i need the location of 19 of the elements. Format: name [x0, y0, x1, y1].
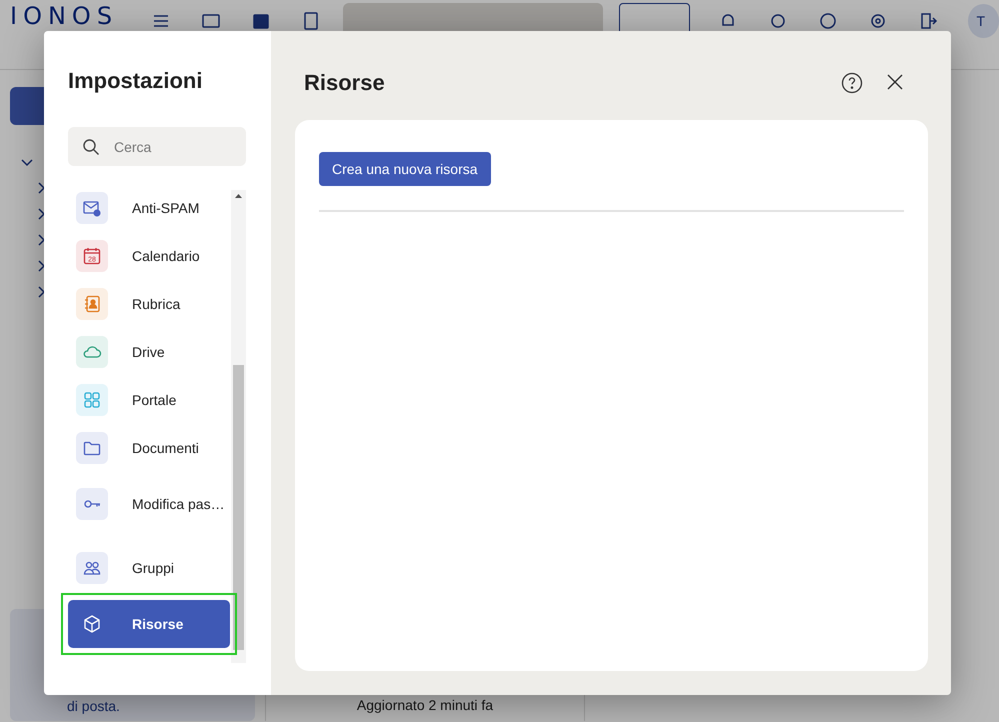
settings-nav-item[interactable]: Risorse: [68, 600, 230, 648]
user-avatar[interactable]: T: [968, 4, 999, 38]
sync-status: Aggiornato 2 minuti fa: [356, 697, 494, 713]
settings-title: Impostazioni: [68, 68, 204, 95]
panel-title: Risorse: [304, 70, 386, 96]
promo-text: di posta.: [67, 698, 120, 714]
settings-nav-item[interactable]: Drive: [68, 328, 230, 376]
settings-nav-item[interactable]: Anti-SPAM: [68, 184, 230, 232]
logo[interactable]: IONOS: [10, 2, 127, 28]
settings-nav-item[interactable]: Modifica pas…: [68, 472, 230, 536]
search-field[interactable]: Cerca: [68, 127, 246, 166]
search-icon: [82, 138, 100, 156]
scrollbar-thumb[interactable]: [233, 365, 244, 650]
close-icon[interactable]: [885, 72, 905, 92]
create-resource-button[interactable]: Crea una nuova risorsa: [319, 152, 491, 186]
settings-nav-item[interactable]: Rubrica: [68, 280, 230, 328]
settings-nav-item[interactable]: Portale: [68, 376, 230, 424]
settings-nav-item[interactable]: Documenti: [68, 424, 230, 472]
scrollbar[interactable]: [231, 190, 246, 663]
